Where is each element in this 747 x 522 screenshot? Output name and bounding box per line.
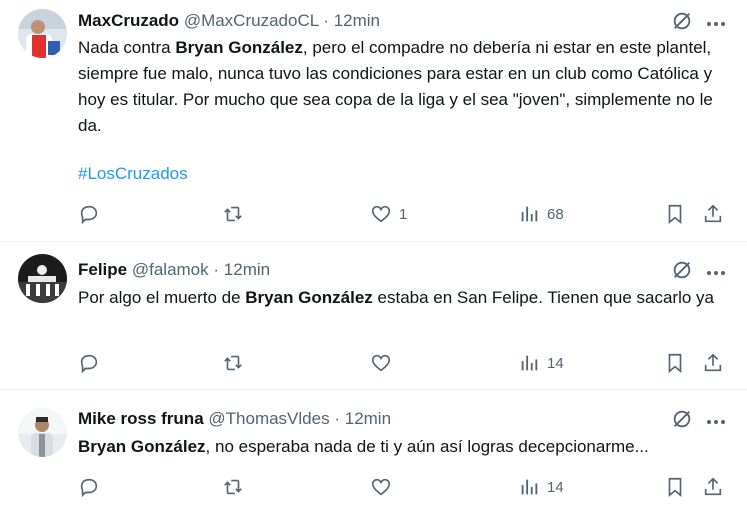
tweet-top-actions (671, 10, 725, 37)
display-name[interactable]: Felipe (78, 260, 127, 279)
like-button[interactable]: 1 (370, 202, 407, 226)
reply-button[interactable] (78, 351, 100, 375)
like-icon (371, 205, 391, 223)
share-icon (704, 353, 722, 372)
user-handle[interactable]: @MaxCruzadoCL (184, 11, 319, 30)
retweet-icon (224, 206, 242, 222)
tweet[interactable]: Felipe @falamok · 12min Por algo el muer… (0, 242, 747, 390)
share-button[interactable] (702, 475, 724, 499)
tweet[interactable]: Mike ross fruna @ThomasVldes · 12min Bry… (0, 390, 747, 522)
tweet-text: Nada contra Bryan González, pero el comp… (78, 35, 725, 139)
view-count: 14 (547, 354, 564, 372)
more-icon[interactable] (707, 270, 725, 275)
bookmark-icon (668, 204, 682, 225)
reply-icon (80, 354, 98, 374)
more-icon[interactable] (707, 21, 725, 26)
reply-icon (80, 205, 98, 225)
text-part: Por algo el muerto de (78, 288, 246, 307)
timestamp[interactable]: 12min (334, 11, 380, 30)
views-button[interactable]: 14 (518, 351, 564, 375)
retweet-button[interactable] (222, 351, 244, 375)
avatar[interactable] (18, 254, 67, 303)
mention-bold: Bryan González (175, 38, 303, 57)
like-count: 1 (399, 205, 408, 223)
display-name[interactable]: MaxCruzado (78, 11, 179, 30)
more-icon[interactable] (707, 419, 725, 424)
user-handle[interactable]: @falamok (132, 260, 209, 279)
mention-bold: Bryan González (245, 288, 373, 307)
like-button[interactable] (370, 475, 399, 499)
retweet-icon (224, 355, 242, 371)
views-icon (521, 355, 538, 371)
grok-icon[interactable] (671, 259, 693, 286)
avatar[interactable] (18, 9, 67, 58)
text-part: Nada contra (78, 38, 176, 57)
reply-button[interactable] (78, 202, 100, 226)
tweet-top-actions (671, 408, 725, 435)
tweet-text: Bryan González, no esperaba nada de ti y… (78, 434, 725, 460)
tweet-text: Por algo el muerto de Bryan González est… (78, 285, 725, 311)
view-count: 68 (547, 205, 564, 223)
share-icon (704, 204, 722, 223)
retweet-button[interactable] (222, 475, 244, 499)
separator: · (334, 409, 340, 428)
tweet[interactable]: MaxCruzado @MaxCruzadoCL · 12min Nada co… (0, 0, 747, 242)
grok-icon[interactable] (671, 408, 693, 435)
timestamp[interactable]: 12min (345, 409, 391, 428)
tweet-actions: 14 (78, 351, 727, 375)
tweet-feed: MaxCruzado @MaxCruzadoCL · 12min Nada co… (0, 0, 747, 522)
bookmark-icon (668, 477, 682, 498)
display-name[interactable]: Mike ross fruna (78, 409, 204, 428)
share-button[interactable] (702, 202, 724, 226)
tweet-actions: 14 (78, 475, 727, 499)
views-icon (521, 206, 538, 222)
tweet-header: Felipe @falamok · 12min (78, 259, 647, 281)
bookmark-icon (668, 353, 682, 374)
text-part: estaba en San Felipe. Tienen que sacarlo… (372, 288, 714, 307)
share-button[interactable] (702, 351, 724, 375)
separator: · (213, 260, 220, 279)
tweet-actions: 1 68 (78, 202, 727, 226)
tweet-header: MaxCruzado @MaxCruzadoCL · 12min (78, 10, 647, 32)
bookmark-button[interactable] (664, 351, 686, 375)
tweet-top-actions (671, 259, 725, 286)
hashtag-link[interactable]: #LosCruzados (78, 161, 188, 187)
view-count: 14 (547, 478, 564, 496)
retweet-icon (224, 479, 242, 495)
grok-icon[interactable] (671, 10, 693, 37)
retweet-button[interactable] (222, 202, 244, 226)
timestamp[interactable]: 12min (224, 260, 270, 279)
avatar[interactable] (18, 408, 67, 457)
bookmark-button[interactable] (664, 202, 686, 226)
views-button[interactable]: 14 (518, 475, 564, 499)
user-handle[interactable]: @ThomasVldes (208, 409, 329, 428)
views-icon (521, 479, 538, 495)
reply-icon (80, 478, 98, 498)
tweet-header: Mike ross fruna @ThomasVldes · 12min (78, 408, 647, 430)
like-icon (371, 354, 391, 372)
text-part: , no esperaba nada de ti y aún así logra… (205, 437, 649, 456)
separator: · (323, 11, 329, 30)
bookmark-button[interactable] (664, 475, 686, 499)
reply-button[interactable] (78, 475, 100, 499)
like-icon (371, 478, 391, 496)
share-icon (704, 477, 722, 496)
mention-bold: Bryan González (78, 437, 206, 456)
like-button[interactable] (370, 351, 399, 375)
views-button[interactable]: 68 (518, 202, 564, 226)
